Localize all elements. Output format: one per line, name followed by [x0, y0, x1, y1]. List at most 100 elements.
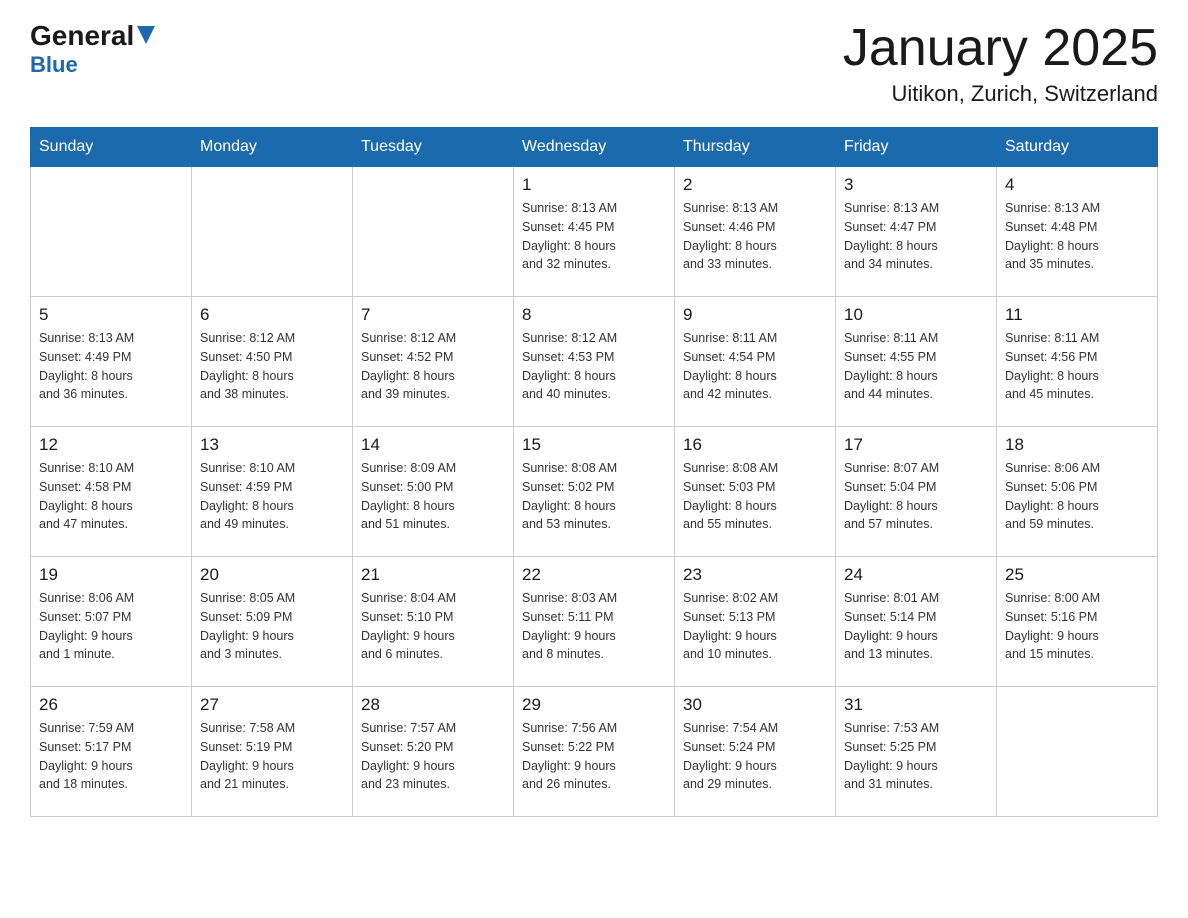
day-number: 19 — [39, 565, 183, 585]
day-info: Sunrise: 7:54 AMSunset: 5:24 PMDaylight:… — [683, 719, 827, 794]
day-number: 13 — [200, 435, 344, 455]
day-number: 14 — [361, 435, 505, 455]
day-info: Sunrise: 8:01 AMSunset: 5:14 PMDaylight:… — [844, 589, 988, 664]
calendar-week-row: 5Sunrise: 8:13 AMSunset: 4:49 PMDaylight… — [31, 297, 1158, 427]
calendar-day-cell: 1Sunrise: 8:13 AMSunset: 4:45 PMDaylight… — [514, 167, 675, 297]
day-number: 18 — [1005, 435, 1149, 455]
day-info: Sunrise: 8:04 AMSunset: 5:10 PMDaylight:… — [361, 589, 505, 664]
calendar-day-cell: 21Sunrise: 8:04 AMSunset: 5:10 PMDayligh… — [353, 557, 514, 687]
day-number: 8 — [522, 305, 666, 325]
month-title: January 2025 — [843, 20, 1158, 77]
day-number: 22 — [522, 565, 666, 585]
day-number: 16 — [683, 435, 827, 455]
calendar-week-row: 26 Sunrise: 7:59 AMSunset: 5:17 PMDayligh… — [31, 687, 1158, 817]
day-of-week-header: Monday — [192, 128, 353, 167]
day-number: 12 — [39, 435, 183, 455]
day-number: 25 — [1005, 565, 1149, 585]
day-info: Sunrise: 7:59 AMSunset: 5:17 PMDaylight:… — [39, 719, 183, 794]
calendar-day-cell: 14 Sunrise: 8:09 AMSunset: 5:00 PMDayligh… — [353, 427, 514, 557]
day-info: Sunrise: 8:07 AMSunset: 5:04 PMDaylight:… — [844, 459, 988, 534]
day-info: Sunrise: 8:12 AMSunset: 4:53 PMDaylight:… — [522, 329, 666, 404]
day-info: Sunrise: 8:12 AMSunset: 4:52 PMDaylight:… — [361, 329, 505, 404]
day-number: 17 — [844, 435, 988, 455]
day-info: Sunrise: 8:02 AMSunset: 5:13 PMDaylight:… — [683, 589, 827, 664]
calendar-day-cell: 29Sunrise: 7:56 AMSunset: 5:22 PMDayligh… — [514, 687, 675, 817]
logo: General Blue — [30, 20, 155, 78]
day-number: 3 — [844, 175, 988, 195]
day-info: Sunrise: 8:11 AMSunset: 4:55 PMDaylight:… — [844, 329, 988, 404]
day-info: Sunrise: 8:13 AMSunset: 4:49 PMDaylight:… — [39, 329, 183, 404]
day-of-week-header: Saturday — [997, 128, 1158, 167]
page-header: General Blue January 2025 Uitikon, Zuric… — [30, 20, 1158, 107]
calendar-day-cell: 17 Sunrise: 8:07 AMSunset: 5:04 PMDayligh… — [836, 427, 997, 557]
day-info: Sunrise: 8:06 AMSunset: 5:06 PMDaylight:… — [1005, 459, 1149, 534]
calendar-day-cell: 18 Sunrise: 8:06 AMSunset: 5:06 PMDayligh… — [997, 427, 1158, 557]
calendar-day-cell: 2 Sunrise: 8:13 AMSunset: 4:46 PMDaylight… — [675, 167, 836, 297]
day-number: 30 — [683, 695, 827, 715]
calendar-day-cell: 25 Sunrise: 8:00 AMSunset: 5:16 PMDayligh… — [997, 557, 1158, 687]
calendar-day-cell: 22Sunrise: 8:03 AMSunset: 5:11 PMDayligh… — [514, 557, 675, 687]
day-number: 29 — [522, 695, 666, 715]
day-info: Sunrise: 7:57 AMSunset: 5:20 PMDaylight:… — [361, 719, 505, 794]
days-of-week-row: SundayMondayTuesdayWednesdayThursdayFrid… — [31, 128, 1158, 167]
calendar-day-cell — [353, 167, 514, 297]
calendar-header: SundayMondayTuesdayWednesdayThursdayFrid… — [31, 128, 1158, 167]
day-info: Sunrise: 8:08 AMSunset: 5:03 PMDaylight:… — [683, 459, 827, 534]
day-info: Sunrise: 8:10 AMSunset: 4:59 PMDaylight:… — [200, 459, 344, 534]
day-number: 26 — [39, 695, 183, 715]
day-number: 7 — [361, 305, 505, 325]
calendar-day-cell: 12 Sunrise: 8:10 AMSunset: 4:58 PMDayligh… — [31, 427, 192, 557]
day-info: Sunrise: 8:13 AMSunset: 4:48 PMDaylight:… — [1005, 199, 1149, 274]
day-info: Sunrise: 8:10 AMSunset: 4:58 PMDaylight:… — [39, 459, 183, 534]
day-info: Sunrise: 8:05 AMSunset: 5:09 PMDaylight:… — [200, 589, 344, 664]
day-info: Sunrise: 8:11 AMSunset: 4:56 PMDaylight:… — [1005, 329, 1149, 404]
day-info: Sunrise: 8:09 AMSunset: 5:00 PMDaylight:… — [361, 459, 505, 534]
day-number: 11 — [1005, 305, 1149, 325]
calendar-day-cell: 9Sunrise: 8:11 AMSunset: 4:54 PMDaylight… — [675, 297, 836, 427]
day-of-week-header: Friday — [836, 128, 997, 167]
day-info: Sunrise: 7:53 AMSunset: 5:25 PMDaylight:… — [844, 719, 988, 794]
day-info: Sunrise: 7:58 AMSunset: 5:19 PMDaylight:… — [200, 719, 344, 794]
calendar-day-cell: 5Sunrise: 8:13 AMSunset: 4:49 PMDaylight… — [31, 297, 192, 427]
logo-general-text: General — [30, 20, 134, 52]
calendar-day-cell: 28 Sunrise: 7:57 AMSunset: 5:20 PMDayligh… — [353, 687, 514, 817]
calendar-day-cell: 19 Sunrise: 8:06 AMSunset: 5:07 PMDayligh… — [31, 557, 192, 687]
day-number: 15 — [522, 435, 666, 455]
day-number: 28 — [361, 695, 505, 715]
calendar-day-cell: 4 Sunrise: 8:13 AMSunset: 4:48 PMDaylight… — [997, 167, 1158, 297]
day-number: 6 — [200, 305, 344, 325]
day-number: 2 — [683, 175, 827, 195]
calendar-day-cell: 8 Sunrise: 8:12 AMSunset: 4:53 PMDaylight… — [514, 297, 675, 427]
day-number: 1 — [522, 175, 666, 195]
logo-triangle-icon — [137, 26, 155, 49]
calendar-day-cell: 3Sunrise: 8:13 AMSunset: 4:47 PMDaylight… — [836, 167, 997, 297]
day-number: 31 — [844, 695, 988, 715]
calendar-day-cell: 23Sunrise: 8:02 AMSunset: 5:13 PMDayligh… — [675, 557, 836, 687]
day-number: 20 — [200, 565, 344, 585]
day-info: Sunrise: 8:12 AMSunset: 4:50 PMDaylight:… — [200, 329, 344, 404]
day-of-week-header: Sunday — [31, 128, 192, 167]
calendar-week-row: 19 Sunrise: 8:06 AMSunset: 5:07 PMDayligh… — [31, 557, 1158, 687]
logo-blue-text: Blue — [30, 52, 78, 77]
day-info: Sunrise: 8:06 AMSunset: 5:07 PMDaylight:… — [39, 589, 183, 664]
calendar-day-cell — [997, 687, 1158, 817]
day-number: 27 — [200, 695, 344, 715]
calendar-day-cell: 20 Sunrise: 8:05 AMSunset: 5:09 PMDayligh… — [192, 557, 353, 687]
calendar-day-cell: 15Sunrise: 8:08 AMSunset: 5:02 PMDayligh… — [514, 427, 675, 557]
calendar-day-cell: 31 Sunrise: 7:53 AMSunset: 5:25 PMDayligh… — [836, 687, 997, 817]
day-info: Sunrise: 8:00 AMSunset: 5:16 PMDaylight:… — [1005, 589, 1149, 664]
calendar-week-row: 12 Sunrise: 8:10 AMSunset: 4:58 PMDayligh… — [31, 427, 1158, 557]
day-of-week-header: Tuesday — [353, 128, 514, 167]
day-of-week-header: Wednesday — [514, 128, 675, 167]
day-info: Sunrise: 8:13 AMSunset: 4:46 PMDaylight:… — [683, 199, 827, 274]
calendar-week-row: 1Sunrise: 8:13 AMSunset: 4:45 PMDaylight… — [31, 167, 1158, 297]
location: Uitikon, Zurich, Switzerland — [843, 81, 1158, 107]
calendar-day-cell: 16 Sunrise: 8:08 AMSunset: 5:03 PMDayligh… — [675, 427, 836, 557]
day-number: 24 — [844, 565, 988, 585]
day-number: 4 — [1005, 175, 1149, 195]
calendar-day-cell — [31, 167, 192, 297]
calendar-day-cell: 7 Sunrise: 8:12 AMSunset: 4:52 PMDaylight… — [353, 297, 514, 427]
calendar-day-cell: 6 Sunrise: 8:12 AMSunset: 4:50 PMDaylight… — [192, 297, 353, 427]
day-info: Sunrise: 8:11 AMSunset: 4:54 PMDaylight:… — [683, 329, 827, 404]
calendar-day-cell: 30 Sunrise: 7:54 AMSunset: 5:24 PMDayligh… — [675, 687, 836, 817]
